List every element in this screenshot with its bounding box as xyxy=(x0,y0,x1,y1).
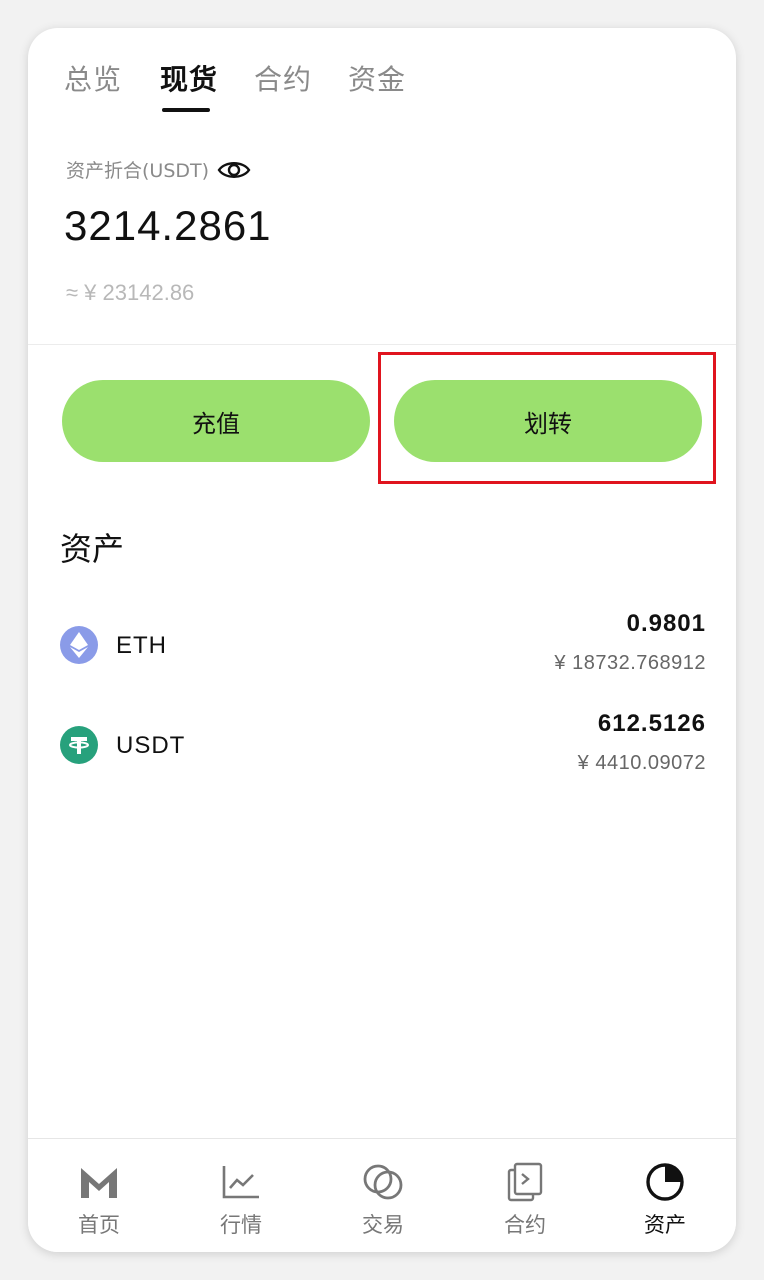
nav-label: 首页 xyxy=(78,1213,120,1237)
asset-amount: 612.5126 xyxy=(597,710,706,737)
balance-cny-value: ≈ ¥ 23142.86 xyxy=(66,280,195,305)
deposit-button[interactable]: 充值 xyxy=(62,380,370,462)
asset-symbol: USDT xyxy=(116,732,186,759)
asset-tabs: 总览 现货 合约 资金 xyxy=(64,58,704,148)
balance-label: 资产折合(USDT) xyxy=(66,160,210,182)
tab-spot[interactable]: 现货 xyxy=(160,58,218,98)
bottom-navigation: 首页 行情 交易 合约 资产 xyxy=(28,1138,736,1252)
balance-value: 3214.2861 xyxy=(64,202,272,249)
nav-label: 资产 xyxy=(644,1213,686,1237)
eth-icon xyxy=(60,626,98,664)
asset-symbol: ETH xyxy=(116,632,167,659)
nav-assets[interactable]: 资产 xyxy=(594,1139,736,1252)
nav-label: 行情 xyxy=(220,1213,262,1237)
nav-contract[interactable]: 合约 xyxy=(454,1139,596,1252)
transfer-highlight-box xyxy=(378,352,716,484)
section-divider xyxy=(28,344,736,345)
asset-cny-value: ¥ 4410.09072 xyxy=(577,752,706,774)
nav-home[interactable]: 首页 xyxy=(28,1139,170,1252)
nav-trade[interactable]: 交易 xyxy=(312,1139,454,1252)
active-tab-indicator xyxy=(162,108,210,112)
nav-market[interactable]: 行情 xyxy=(170,1139,312,1252)
asset-amount: 0.9801 xyxy=(626,610,706,637)
assets-section-title: 资产 xyxy=(60,530,125,568)
balance-label-row: 资产折合(USDT) xyxy=(66,156,251,183)
home-m-icon xyxy=(76,1159,122,1205)
contract-doc-icon xyxy=(502,1159,548,1205)
tab-funds[interactable]: 资金 xyxy=(348,58,406,98)
trade-coins-icon xyxy=(360,1159,406,1205)
nav-label: 交易 xyxy=(362,1213,404,1237)
nav-label: 合约 xyxy=(504,1213,546,1237)
asset-cny-value: ¥ 18732.768912 xyxy=(554,652,706,674)
usdt-icon xyxy=(60,726,98,764)
asset-row-usdt[interactable]: USDT 612.5126 ¥ 4410.09072 xyxy=(28,706,736,796)
market-chart-icon xyxy=(218,1159,264,1205)
phone-screen: 总览 现货 合约 资金 资产折合(USDT) 3214.2861 ≈ ¥ 231… xyxy=(28,28,736,1252)
tab-contract[interactable]: 合约 xyxy=(254,58,312,98)
assets-pie-icon xyxy=(642,1159,688,1205)
asset-row-eth[interactable]: ETH 0.9801 ¥ 18732.768912 xyxy=(28,606,736,696)
eye-icon[interactable] xyxy=(217,159,251,181)
tab-overview[interactable]: 总览 xyxy=(64,58,122,98)
